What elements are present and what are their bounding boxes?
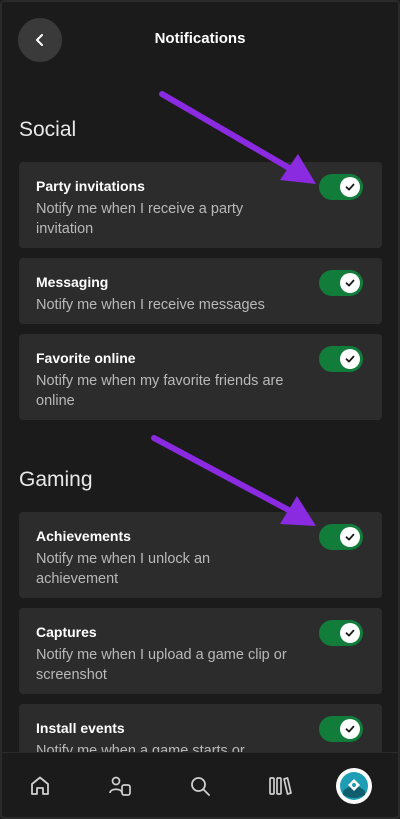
checkmark-icon (345, 279, 355, 287)
setting-title: Messaging (36, 274, 109, 290)
toggle-knob (340, 719, 360, 739)
setting-title: Party invitations (36, 178, 145, 194)
toggle-knob (340, 273, 360, 293)
install-events-toggle[interactable] (319, 716, 363, 742)
messaging-toggle[interactable] (319, 270, 363, 296)
library-icon (269, 777, 292, 795)
setting-description: Notify me when a game starts or (36, 743, 245, 752)
search-icon (191, 777, 210, 796)
nav-library[interactable] (260, 766, 300, 806)
achievements-toggle[interactable] (319, 524, 363, 550)
section-title-social: Social (19, 118, 77, 141)
setting-description: Notify me when my favorite friends are o… (36, 373, 284, 409)
toggle-knob (340, 349, 360, 369)
checkmark-icon (345, 355, 355, 363)
checkmark-icon (345, 183, 355, 191)
setting-title: Install events (36, 720, 125, 736)
home-icon (31, 776, 49, 795)
setting-description: Notify me when I receive a party invitat… (36, 201, 244, 237)
setting-card-install-events: Install events Notify me when a game sta… (19, 704, 382, 752)
people-icon (109, 776, 131, 796)
setting-card-achievements: Achievements Notify me when I unlock an … (19, 512, 382, 598)
setting-description: Notify me when I receive messages (36, 297, 265, 313)
nav-profile[interactable] (334, 766, 374, 806)
party-invitations-toggle[interactable] (319, 174, 363, 200)
checkmark-icon (345, 629, 355, 637)
page-title: Notifications (154, 30, 246, 47)
nav-home[interactable] (20, 766, 60, 806)
setting-title: Captures (36, 624, 97, 640)
checkmark-icon (345, 725, 355, 733)
setting-card-favorite-online: Favorite online Notify me when my favori… (19, 334, 382, 420)
section-title-gaming: Gaming (19, 468, 93, 491)
setting-card-captures: Captures Notify me when I upload a game … (19, 608, 382, 694)
setting-title: Favorite online (36, 350, 136, 366)
setting-title: Achievements (36, 528, 131, 544)
settings-scroll-area[interactable]: Social Party invitations Notify me when … (0, 82, 400, 752)
nav-social[interactable] (100, 766, 140, 806)
header-bar: Notifications (0, 0, 400, 82)
setting-description: Notify me when I upload a game clip or s… (36, 647, 287, 683)
nav-search[interactable] (180, 766, 220, 806)
bottom-navigation (0, 752, 400, 819)
toggle-knob (340, 623, 360, 643)
profile-avatar-icon (336, 768, 372, 804)
favorite-online-toggle[interactable] (319, 346, 363, 372)
toggle-knob (340, 527, 360, 547)
toggle-knob (340, 177, 360, 197)
setting-card-messaging: Messaging Notify me when I receive messa… (19, 258, 382, 324)
checkmark-icon (345, 533, 355, 541)
setting-description: Notify me when I unlock an achievement (36, 551, 211, 587)
captures-toggle[interactable] (319, 620, 363, 646)
setting-card-party-invitations: Party invitations Notify me when I recei… (19, 162, 382, 248)
